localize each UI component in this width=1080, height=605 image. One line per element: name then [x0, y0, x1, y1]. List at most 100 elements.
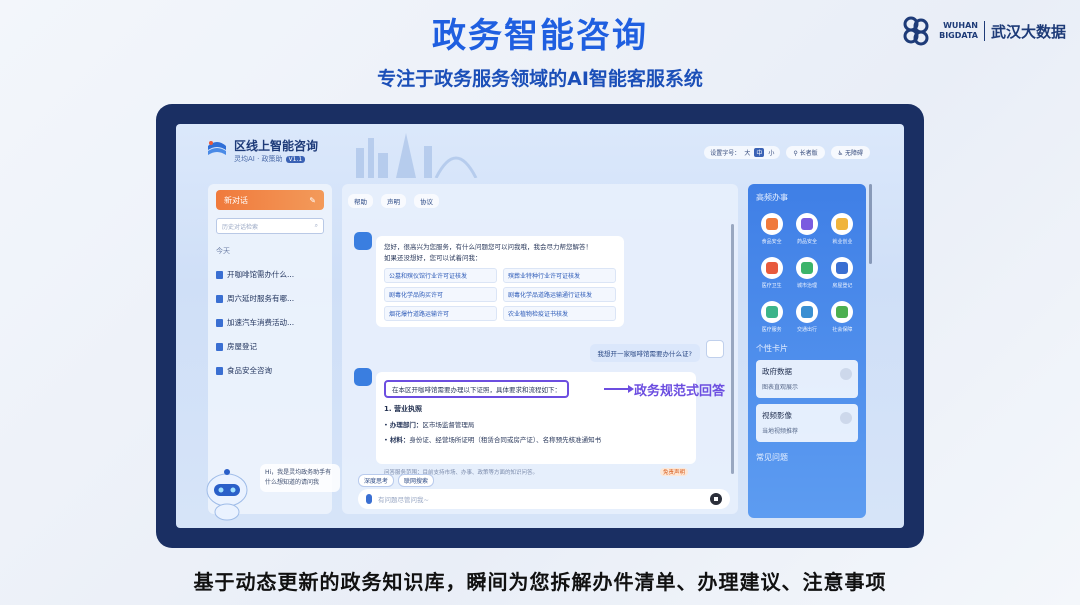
history-item[interactable]: 食品安全咨询	[216, 365, 324, 376]
history-item[interactable]: 开咖啡馆需办什么...	[216, 269, 324, 280]
service-label: 药品安全	[796, 239, 817, 245]
brand-divider	[983, 21, 985, 41]
brand-english: WUHAN BIGDATA	[939, 21, 978, 41]
answer-value: 区市场监督管理局	[422, 421, 475, 429]
deep-think-button[interactable]: 深度思考	[358, 474, 395, 487]
service-item[interactable]: 房屋登记	[827, 257, 858, 289]
font-size-medium[interactable]: 中	[754, 148, 765, 157]
suggestion-chip[interactable]: 剧毒化学品道路运输通行证核发	[503, 287, 616, 302]
suggestion-chip[interactable]: 剧毒化学品购买许可	[384, 287, 497, 302]
service-glyph-icon	[765, 218, 778, 230]
card-arrow-icon	[840, 412, 852, 424]
answer-key: 材料：	[389, 436, 410, 444]
service-label: 城市治理	[796, 283, 817, 289]
history-item-label: 开咖啡馆需办什么...	[227, 270, 295, 279]
history-item-label: 食品安全咨询	[227, 366, 272, 375]
web-search-button[interactable]: 联网搜索	[398, 474, 435, 487]
app-logo-icon	[208, 141, 226, 155]
chat-panel: 帮助 声明 协议 您好，很高兴为您服务，有什么问题您可以问我哦，我会尽力帮您解答…	[342, 184, 738, 514]
chat-doc-icon	[216, 318, 223, 327]
ai-greeting-message: 您好，很高兴为您服务，有什么问题您可以问我哦，我会尽力帮您解答！ 如果还没想好，…	[376, 236, 624, 327]
service-glyph-icon	[800, 262, 813, 274]
suggestion-chip[interactable]: 烟花爆竹道路运输许可	[384, 306, 497, 321]
answer-key: 办理部门：	[389, 421, 423, 429]
brand-chinese: 武汉大数据	[990, 22, 1066, 41]
history-date-label: 今天	[216, 247, 230, 255]
faq-heading: 常见问题	[756, 453, 788, 462]
service-icon	[795, 257, 818, 279]
service-item[interactable]: 食品安全	[756, 213, 787, 245]
disclaimer-button[interactable]: 免责声明	[659, 468, 688, 476]
service-icon	[795, 213, 818, 235]
service-label: 房屋登记	[832, 283, 853, 289]
service-item[interactable]: 就业创业	[827, 213, 858, 245]
app-screen: 区线上智能咨询 灵均AI · 政策助 V1.1 设置字号： 大 中 小 ⚲ 长者…	[176, 124, 904, 528]
suggestion-chip[interactable]: 殡葬业特种行业许可证核发	[503, 268, 616, 283]
service-item[interactable]: 医疗卫生	[756, 257, 787, 289]
suggestion-chip[interactable]: 农业植物检疫证书核发	[503, 306, 616, 321]
service-glyph-icon	[836, 218, 849, 230]
service-glyph-icon	[765, 306, 778, 318]
tab-agreement[interactable]: 协议	[414, 194, 439, 208]
elder-mode-button[interactable]: ⚲ 长者版	[786, 146, 825, 159]
service-icon	[760, 257, 783, 279]
stop-send-icon[interactable]	[710, 493, 722, 505]
font-size-control: 设置字号： 大 中 小	[704, 146, 781, 159]
card-arrow-icon	[840, 368, 852, 380]
history-search-input[interactable]: 历史对话检索 ⌕	[216, 218, 324, 234]
search-icon[interactable]: ⌕	[315, 222, 318, 230]
chat-doc-icon	[216, 342, 223, 351]
chat-scrollbar[interactable]	[731, 224, 734, 474]
brand-bottom: BIGDATA	[939, 31, 978, 40]
tab-help[interactable]: 帮助	[348, 194, 373, 208]
history-item-label: 房屋登记	[227, 342, 257, 351]
font-size-small[interactable]: 小	[768, 148, 774, 157]
history-item[interactable]: 周六延时服务有哪...	[216, 293, 324, 304]
chat-input-placeholder: 有问题尽管问我~	[378, 496, 429, 504]
service-item[interactable]: 社会保障	[827, 301, 858, 333]
microphone-icon[interactable]	[366, 494, 372, 504]
right-panel: 高频办事 食品安全 药品安全 就业创业 医疗卫生 城市治理 房屋登记 医疗服务 交通出行 社会保…	[748, 184, 872, 518]
right-panel-scrollbar[interactable]	[869, 184, 872, 264]
history-item[interactable]: 加速汽车消费活动...	[216, 317, 324, 328]
service-label: 就业创业	[832, 239, 853, 245]
answer-line: • 材料：身份证、经营场所证明（租赁合同或房产证）、名称预先核准通知书	[384, 436, 602, 444]
card-gov-data[interactable]: 政府数据 图表直观展示	[756, 360, 858, 398]
new-chat-label: 新对话	[224, 195, 248, 205]
robot-assistant-icon[interactable]	[200, 464, 254, 524]
service-item[interactable]: 药品安全	[791, 213, 822, 245]
service-glyph-icon	[800, 306, 813, 318]
card-video[interactable]: 视频影像 当地视频推荐	[756, 404, 858, 442]
app-header: 区线上智能咨询 灵均AI · 政策助 V1.1 设置字号： 大 中 小 ⚲ 长者…	[176, 124, 904, 180]
chat-doc-icon	[216, 366, 223, 375]
ai-answer-message: 在本区开咖啡馆需要办理以下证照，具体要求和流程如下： 政务规范式回答 1. 营业…	[376, 372, 725, 476]
chat-tabs: 帮助 声明 协议	[348, 194, 439, 208]
service-label: 医疗服务	[761, 327, 782, 333]
wuhan-bigdata-logo-icon	[903, 16, 929, 46]
service-label: 交通出行	[796, 327, 817, 333]
font-size-large[interactable]: 大	[744, 148, 750, 157]
accessibility-label: 无障碍	[844, 150, 863, 157]
answer-heading: 1. 营业执照	[384, 405, 422, 413]
service-item[interactable]: 城市治理	[791, 257, 822, 289]
chat-input[interactable]: 有问题尽管问我~	[358, 489, 730, 509]
version-badge: V1.1	[285, 156, 306, 163]
service-icon	[760, 213, 783, 235]
answer-line: • 办理部门：区市场监督管理局	[384, 421, 475, 429]
suggestion-list: 公墓和殡仪馆行业许可证核发 殡葬业特种行业许可证核发 剧毒化学品购买许可 剧毒化…	[384, 268, 616, 321]
service-glyph-icon	[836, 262, 849, 274]
suggestion-chip[interactable]: 公墓和殡仪馆行业许可证核发	[384, 268, 497, 283]
service-item[interactable]: 医疗服务	[756, 301, 787, 333]
service-glyph-icon	[765, 262, 778, 274]
service-item[interactable]: 交通出行	[791, 301, 822, 333]
user-avatar-icon	[706, 340, 724, 358]
service-label: 社会保障	[832, 327, 853, 333]
service-grid: 食品安全 药品安全 就业创业医疗卫生 城市治理 房屋登记医疗服务 交通出行 社会保障	[756, 213, 858, 333]
history-item[interactable]: 房屋登记	[216, 341, 324, 352]
tab-statement[interactable]: 声明	[381, 194, 406, 208]
accessibility-button[interactable]: ♿ 无障碍	[830, 146, 870, 159]
service-icon	[795, 301, 818, 323]
assistant-greeting-bubble: Hi，我是灵均政务助手有什么想知道的请问我	[260, 464, 340, 492]
chat-doc-icon	[216, 270, 223, 279]
new-chat-button[interactable]: 新对话 ✎	[216, 190, 324, 210]
